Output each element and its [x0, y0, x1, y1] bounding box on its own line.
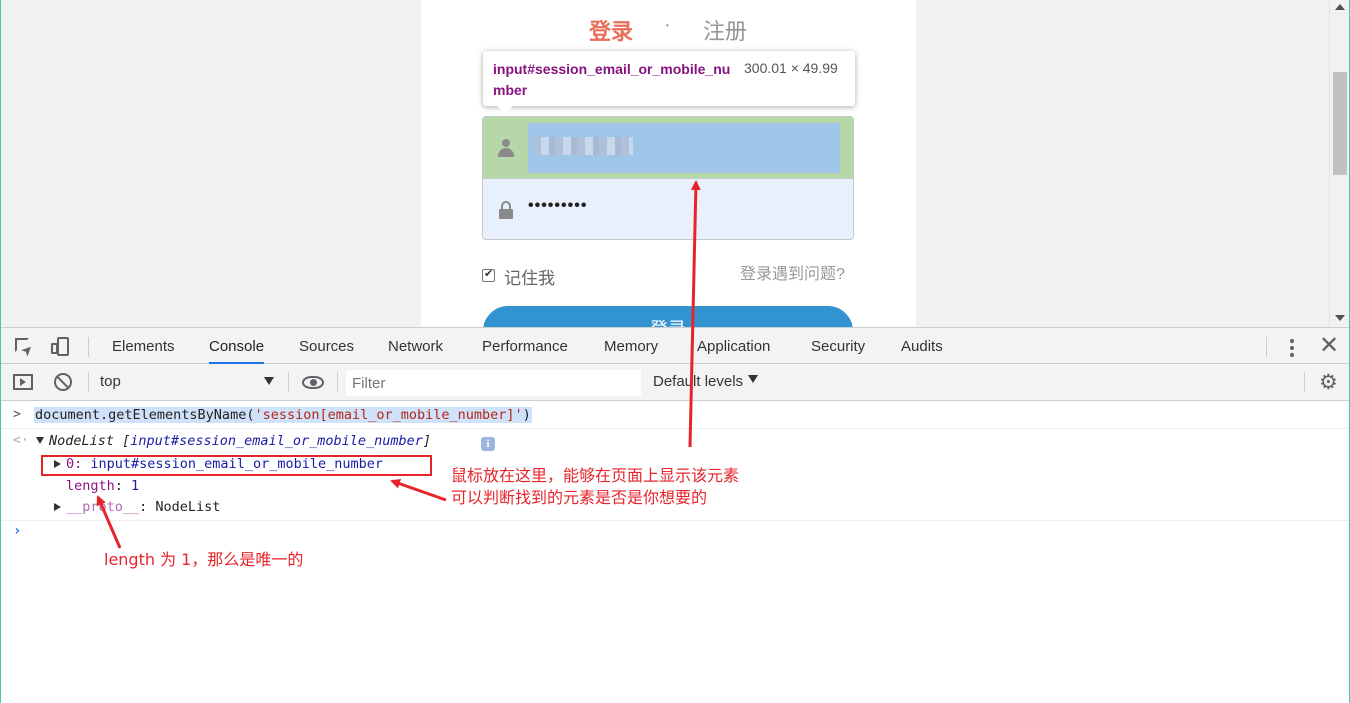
annotation-hover-line1: 鼠标放在这里，能够在页面上显示该元素: [451, 466, 740, 485]
login-input-group: •••••••••: [482, 116, 854, 240]
nodelist-summary: NodeList [input#session_email_or_mobile_…: [49, 433, 432, 449]
toolbar-divider: [1266, 337, 1267, 357]
more-options-icon[interactable]: [1287, 337, 1297, 357]
tab-sources[interactable]: Sources: [299, 328, 354, 364]
tab-register[interactable]: 注册: [703, 14, 747, 46]
console-prompt[interactable]: ›: [1, 523, 1349, 543]
chevron-down-icon: [264, 377, 274, 385]
password-value: •••••••••: [528, 197, 588, 214]
annotation-hover-line2: 可以判断找到的元素是否是你想要的: [451, 488, 708, 507]
gear-icon[interactable]: ⚙: [1319, 372, 1338, 393]
devtools-tabbar: ➤ Elements Console Sources Network Perfo…: [1, 327, 1349, 364]
forgot-link[interactable]: 登录遇到问题?: [740, 260, 845, 284]
page-viewport: 登录 · 注册 ••••••••• input#session_email_or…: [0, 0, 1350, 327]
toolbar-divider: [337, 372, 338, 392]
page-scrollbar[interactable]: [1329, 0, 1349, 327]
tab-performance[interactable]: Performance: [482, 328, 568, 364]
tab-security[interactable]: Security: [811, 328, 865, 364]
scroll-up-icon[interactable]: [1335, 4, 1345, 10]
toolbar-divider: [88, 372, 89, 392]
devtools-panel: ➤ Elements Console Sources Network Perfo…: [0, 327, 1350, 703]
toolbar-divider: [288, 372, 289, 392]
expand-triangle-icon[interactable]: [54, 503, 61, 511]
screenshot-root: 登录 · 注册 ••••••••• input#session_email_or…: [0, 0, 1350, 703]
expand-triangle-icon[interactable]: [36, 437, 44, 444]
filter-input[interactable]: [346, 370, 641, 396]
email-field[interactable]: [483, 117, 853, 179]
clear-console-icon[interactable]: [54, 373, 72, 391]
tab-console[interactable]: Console: [209, 328, 265, 364]
console-sidebar-icon[interactable]: [13, 374, 33, 390]
tab-application[interactable]: Application: [697, 328, 770, 364]
log-levels-dropdown[interactable]: Default levels: [653, 373, 759, 390]
context-selector[interactable]: top: [100, 373, 278, 393]
annotation-highlight-box: [41, 455, 432, 476]
tab-memory[interactable]: Memory: [604, 328, 658, 364]
remember-checkbox[interactable]: [482, 267, 495, 282]
inspect-element-icon[interactable]: ➤: [15, 337, 37, 360]
close-icon[interactable]: ✕: [1319, 332, 1339, 360]
tooltip-element-selector: input#session_email_or_mobile_number: [493, 61, 731, 98]
log-levels-label: Default levels: [653, 373, 744, 390]
login-button[interactable]: 登录: [483, 306, 853, 327]
tab-separator-dot: ·: [664, 14, 671, 36]
password-field[interactable]: •••••••••: [483, 179, 853, 239]
info-icon[interactable]: i: [481, 437, 495, 451]
tab-audits[interactable]: Audits: [901, 328, 943, 364]
toolbar-divider: [88, 337, 89, 357]
user-icon: [498, 139, 514, 157]
result-arrow-icon: <·: [13, 433, 29, 448]
annotation-length-note: length 为 1，那么是唯一的: [104, 550, 304, 569]
input-chevron-icon: >: [13, 407, 21, 422]
eye-icon[interactable]: [302, 376, 324, 389]
tab-network[interactable]: Network: [388, 328, 443, 364]
nodelist-proto[interactable]: __proto__: NodeList: [66, 499, 220, 515]
nodelist-length: length: 1: [66, 478, 140, 494]
console-input-line: > document.getElementsByName('session[em…: [1, 405, 1349, 429]
inspect-tooltip: input#session_email_or_mobile_number 300…: [483, 51, 855, 114]
tooltip-element-size: 300.01 × 49.99: [744, 60, 838, 76]
console-toolbar: top Default levels ⚙: [1, 364, 1349, 401]
scroll-down-icon[interactable]: [1335, 315, 1345, 321]
device-toolbar-icon[interactable]: [51, 337, 71, 357]
lock-icon: [499, 201, 513, 219]
console-command: document.getElementsByName('session[emai…: [34, 407, 532, 423]
toolbar-divider: [1304, 372, 1305, 392]
email-value-blurred: [533, 137, 633, 155]
scroll-thumb[interactable]: [1333, 72, 1347, 175]
remember-me[interactable]: 记住我: [482, 262, 555, 289]
tab-elements[interactable]: Elements: [112, 328, 175, 364]
chevron-down-icon: [748, 375, 759, 383]
prompt-chevron-icon: ›: [13, 523, 22, 539]
remember-label: 记住我: [504, 269, 555, 288]
tab-login[interactable]: 登录: [589, 14, 633, 46]
context-selector-value: top: [100, 373, 121, 390]
